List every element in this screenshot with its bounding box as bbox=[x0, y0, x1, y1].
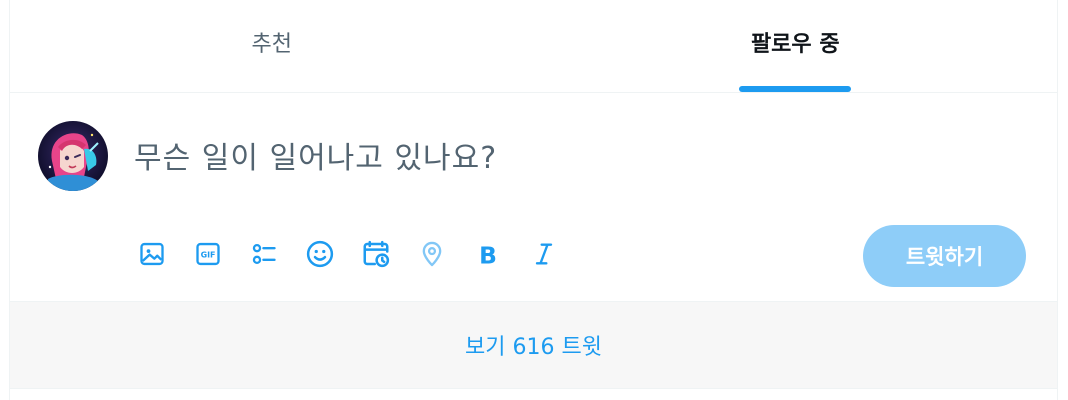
location-icon[interactable] bbox=[414, 236, 450, 272]
active-tab-indicator bbox=[739, 86, 852, 92]
composer-toolbar: GIF B bbox=[134, 236, 562, 272]
compose-prompt-input[interactable]: 무슨 일이 일어나고 있나요? bbox=[134, 133, 497, 177]
bold-icon[interactable]: B bbox=[470, 236, 506, 272]
tweet-button[interactable]: 트윗하기 bbox=[863, 225, 1026, 287]
gif-icon[interactable]: GIF bbox=[190, 236, 226, 272]
timeline-column: 추천 팔로우 중 무슨 일이 일어나고 있나요? GIF B 트윗하기 보기 6… bbox=[9, 0, 1058, 400]
tab-recommended-label: 추천 bbox=[251, 32, 292, 57]
svg-text:B: B bbox=[479, 241, 497, 268]
tab-following-label: 팔로우 중 bbox=[750, 32, 840, 57]
timeline-tabs: 추천 팔로우 중 bbox=[10, 0, 1057, 93]
tweet-composer: 무슨 일이 일어나고 있나요? GIF B 트윗하기 bbox=[10, 93, 1057, 300]
avatar[interactable] bbox=[38, 121, 108, 191]
show-new-tweets-label: 보기 616 트윗 bbox=[465, 335, 602, 360]
tab-recommended[interactable]: 추천 bbox=[10, 0, 534, 92]
tab-following[interactable]: 팔로우 중 bbox=[534, 0, 1058, 92]
image-icon[interactable] bbox=[134, 236, 170, 272]
poll-icon[interactable] bbox=[246, 236, 282, 272]
show-new-tweets-bar[interactable]: 보기 616 트윗 bbox=[10, 301, 1057, 389]
svg-text:GIF: GIF bbox=[201, 251, 216, 260]
schedule-icon[interactable] bbox=[358, 236, 394, 272]
italic-icon[interactable] bbox=[526, 236, 562, 272]
emoji-icon[interactable] bbox=[302, 236, 338, 272]
